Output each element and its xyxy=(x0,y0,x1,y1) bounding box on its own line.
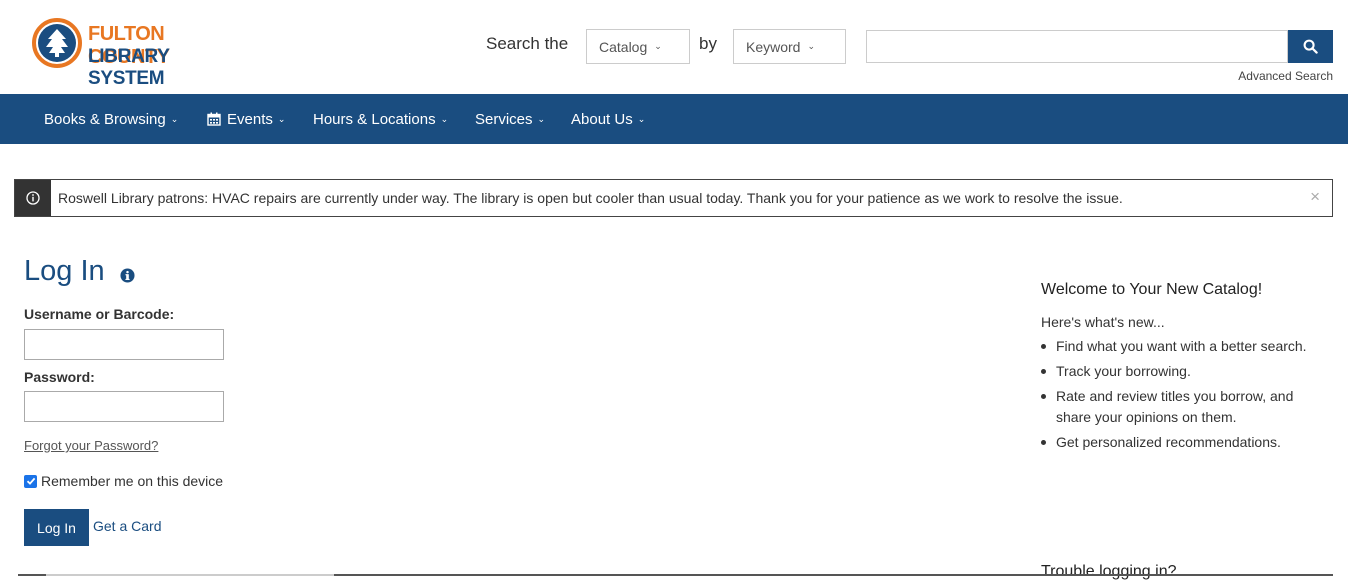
nav-hours-locations[interactable]: Hours & Locations ⌄ xyxy=(313,94,448,144)
chevron-down-icon: ⌄ xyxy=(637,113,646,124)
calendar-icon xyxy=(207,112,221,126)
trouble-logging-in-heading: Trouble logging in? xyxy=(1041,563,1177,580)
nav-books-browsing[interactable]: Books & Browsing ⌄ xyxy=(44,94,178,144)
page-title: Log In xyxy=(24,255,105,287)
chevron-down-icon: ⌄ xyxy=(440,113,449,124)
sidebar-intro: Here's what's new... xyxy=(1041,314,1165,330)
search-type-value: Keyword xyxy=(746,38,801,55)
password-label: Password: xyxy=(24,369,95,385)
chevron-down-icon: ⌄ xyxy=(807,41,816,51)
search-button[interactable] xyxy=(1288,30,1333,63)
get-a-card-link[interactable]: Get a Card xyxy=(93,518,161,534)
main-nav: Books & Browsing ⌄ Events ⌄ Hours & Loca… xyxy=(0,94,1348,144)
close-icon[interactable]: × xyxy=(1310,188,1320,206)
search-by-label: by xyxy=(699,34,717,53)
info-circle-icon xyxy=(15,180,51,216)
list-item: Rate and review titles you borrow, and s… xyxy=(1041,386,1331,428)
logo-line-2: LIBRARY SYSTEM xyxy=(88,46,170,89)
nav-about-us[interactable]: About Us ⌄ xyxy=(571,94,645,144)
nav-label: Services xyxy=(475,110,533,128)
nav-services[interactable]: Services ⌄ xyxy=(475,94,545,144)
search-scope-select[interactable]: Catalog ⌄ xyxy=(586,29,690,64)
remember-me-row: Remember me on this device xyxy=(24,473,223,489)
nav-label: Events xyxy=(227,110,273,128)
nav-label: Books & Browsing xyxy=(44,110,166,128)
sidebar-title: Welcome to Your New Catalog! xyxy=(1041,281,1263,298)
alert-banner: Roswell Library patrons: HVAC repairs ar… xyxy=(14,179,1333,217)
library-logo[interactable]: FULTON COUNTY LIBRARY SYSTEM xyxy=(32,18,247,89)
login-button[interactable]: Log In xyxy=(24,509,89,546)
search-scope-value: Catalog xyxy=(599,38,648,55)
alert-message: Roswell Library patrons: HVAC repairs ar… xyxy=(58,190,1123,206)
remember-me-checkbox[interactable] xyxy=(24,474,37,488)
search-label: Search the xyxy=(486,34,569,53)
chevron-down-icon: ⌄ xyxy=(277,113,286,124)
list-item: Get personalized recommendations. xyxy=(1041,432,1331,453)
advanced-search-link[interactable]: Advanced Search xyxy=(1238,69,1333,83)
nav-label: Hours & Locations xyxy=(313,110,436,128)
search-icon xyxy=(1303,39,1318,54)
search-type-select[interactable]: Keyword ⌄ xyxy=(733,29,846,64)
list-item: Track your borrowing. xyxy=(1041,361,1331,382)
remember-me-label[interactable]: Remember me on this device xyxy=(41,473,223,489)
site-header: FULTON COUNTY LIBRARY SYSTEM Search the … xyxy=(0,0,1348,94)
list-item: Find what you want with a better search. xyxy=(1041,336,1331,357)
chevron-down-icon: ⌄ xyxy=(654,41,662,51)
chevron-down-icon: ⌄ xyxy=(537,113,546,124)
info-icon[interactable] xyxy=(120,268,135,288)
search-input[interactable] xyxy=(866,30,1288,63)
whats-new-list: Find what you want with a better search.… xyxy=(1041,336,1331,457)
forgot-password-link[interactable]: Forgot your Password? xyxy=(24,438,158,453)
tree-logo-icon xyxy=(32,18,82,68)
username-label: Username or Barcode: xyxy=(24,306,175,322)
username-input[interactable] xyxy=(24,329,224,360)
nav-events[interactable]: Events ⌄ xyxy=(207,94,285,144)
password-input[interactable] xyxy=(24,391,224,422)
nav-label: About Us xyxy=(571,110,633,128)
chevron-down-icon: ⌄ xyxy=(170,113,179,124)
